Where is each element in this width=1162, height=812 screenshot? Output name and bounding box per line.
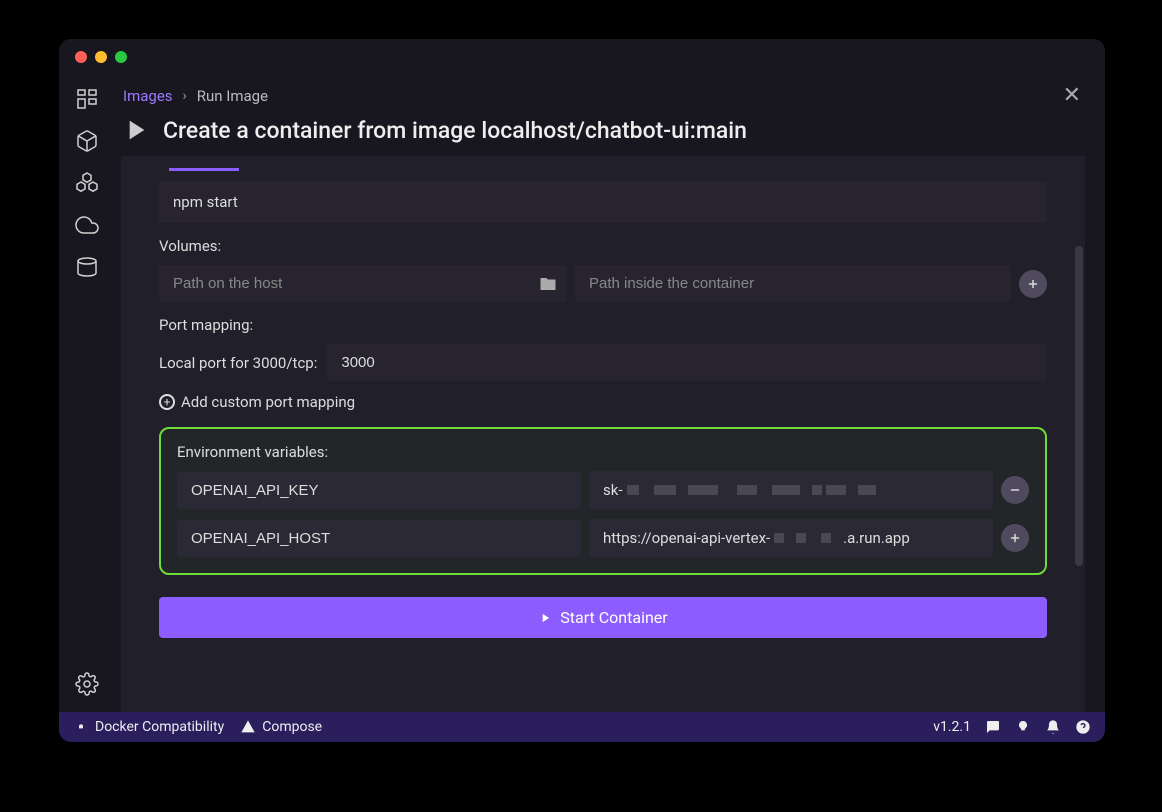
bulb-icon[interactable] xyxy=(1015,719,1031,735)
tab-indicator xyxy=(169,168,239,171)
container-icon[interactable] xyxy=(75,129,99,153)
env-value-suffix: .a.run.app xyxy=(843,529,910,547)
env-value-prefix: https://openai-api-vertex- xyxy=(603,529,770,547)
sidebar xyxy=(59,75,115,712)
start-button-label: Start Container xyxy=(560,608,667,627)
cloud-icon[interactable] xyxy=(75,213,99,237)
plug-icon xyxy=(73,719,89,735)
volume-host-path-input[interactable] xyxy=(159,265,567,302)
port-mapping-label: Port mapping: xyxy=(159,316,1047,334)
env-value-prefix: sk- xyxy=(603,481,623,499)
bell-icon[interactable] xyxy=(1045,719,1061,735)
plus-circle-icon: + xyxy=(159,394,175,410)
scrollbar[interactable] xyxy=(1075,246,1083,566)
titlebar xyxy=(59,39,1105,75)
help-icon[interactable] xyxy=(1075,719,1091,735)
compose-status[interactable]: Compose xyxy=(240,719,322,735)
plus-icon xyxy=(1008,531,1022,545)
add-port-label: Add custom port mapping xyxy=(181,393,355,411)
maximize-window-button[interactable] xyxy=(115,51,127,63)
env-name-input[interactable] xyxy=(177,472,581,509)
start-container-button[interactable]: Start Container xyxy=(159,597,1047,638)
form-panel: npm start Volumes: Port mapping: Local p… xyxy=(121,156,1085,712)
warning-icon xyxy=(240,719,256,735)
add-env-button[interactable] xyxy=(1001,524,1029,552)
env-label: Environment variables: xyxy=(177,443,1029,461)
env-row: https://openai-api-vertex- .a.run.app xyxy=(177,519,1029,557)
database-icon[interactable] xyxy=(75,255,99,279)
volume-container-path-input[interactable] xyxy=(575,265,1011,302)
minus-icon xyxy=(1008,483,1022,497)
remove-env-button[interactable] xyxy=(1001,476,1029,504)
pods-icon[interactable] xyxy=(75,171,99,195)
env-value-input[interactable]: https://openai-api-vertex- .a.run.app xyxy=(589,519,993,557)
env-name-input[interactable] xyxy=(177,520,581,557)
add-port-mapping-button[interactable]: + Add custom port mapping xyxy=(159,393,1047,411)
command-input[interactable]: npm start xyxy=(159,181,1047,223)
app-window: Images › Run Image ✕ Create a container … xyxy=(59,39,1105,742)
env-value-input[interactable]: sk- xyxy=(589,471,993,509)
local-port-input[interactable] xyxy=(327,344,1047,381)
play-icon xyxy=(119,114,151,146)
main-content: Images › Run Image ✕ Create a container … xyxy=(115,75,1105,712)
close-panel-button[interactable]: ✕ xyxy=(1059,83,1085,108)
breadcrumb-current: Run Image xyxy=(197,87,268,105)
version-label: v1.2.1 xyxy=(933,719,971,735)
page-title: Create a container from image localhost/… xyxy=(163,117,747,144)
status-bar: Docker Compatibility Compose v1.2.1 xyxy=(59,712,1105,742)
chat-icon[interactable] xyxy=(985,719,1001,735)
volumes-label: Volumes: xyxy=(159,237,1047,255)
env-row: sk- xyxy=(177,471,1029,509)
close-window-button[interactable] xyxy=(75,51,87,63)
plus-icon xyxy=(1026,277,1040,291)
add-volume-button[interactable] xyxy=(1019,270,1047,298)
environment-variables-section: Environment variables: sk- xyxy=(159,427,1047,575)
chevron-right-icon: › xyxy=(183,88,187,104)
settings-icon[interactable] xyxy=(75,672,99,696)
minimize-window-button[interactable] xyxy=(95,51,107,63)
dashboard-icon[interactable] xyxy=(75,87,99,111)
local-port-label: Local port for 3000/tcp: xyxy=(159,354,317,372)
docker-compat-status[interactable]: Docker Compatibility xyxy=(73,719,224,735)
breadcrumb-root[interactable]: Images xyxy=(123,87,173,105)
traffic-lights xyxy=(75,51,127,63)
play-icon xyxy=(538,611,552,625)
